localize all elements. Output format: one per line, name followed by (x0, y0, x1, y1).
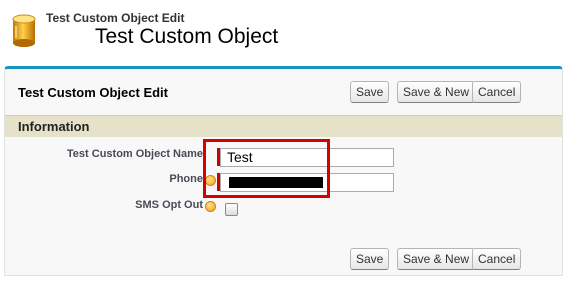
database-cylinder-icon (12, 14, 36, 47)
save-button-bottom[interactable]: Save (350, 248, 390, 270)
info-icon[interactable] (205, 201, 216, 212)
name-field-label: Test Custom Object Name (66, 148, 203, 160)
page-header: Test Custom Object Edit Test Custom Obje… (0, 0, 563, 62)
page-title: Test Custom Object (95, 25, 279, 48)
phone-field-label: Phone (169, 173, 203, 185)
object-type-label: Test Custom Object Edit (46, 11, 185, 25)
panel-title: Test Custom Object Edit (18, 85, 168, 100)
cancel-button-top[interactable]: Cancel (472, 81, 522, 103)
cancel-button-bottom[interactable]: Cancel (472, 248, 522, 270)
sms-opt-out-checkbox[interactable] (225, 203, 238, 216)
save-new-button-top[interactable]: Save & New (397, 81, 476, 103)
save-button-top[interactable]: Save (350, 81, 390, 103)
section-title: Information (18, 119, 90, 134)
information-section-header: Information (5, 115, 562, 137)
sms-opt-out-label: SMS Opt Out (135, 199, 203, 211)
save-new-button-bottom[interactable]: Save & New (397, 248, 476, 270)
annotation-highlight-box (203, 139, 330, 198)
